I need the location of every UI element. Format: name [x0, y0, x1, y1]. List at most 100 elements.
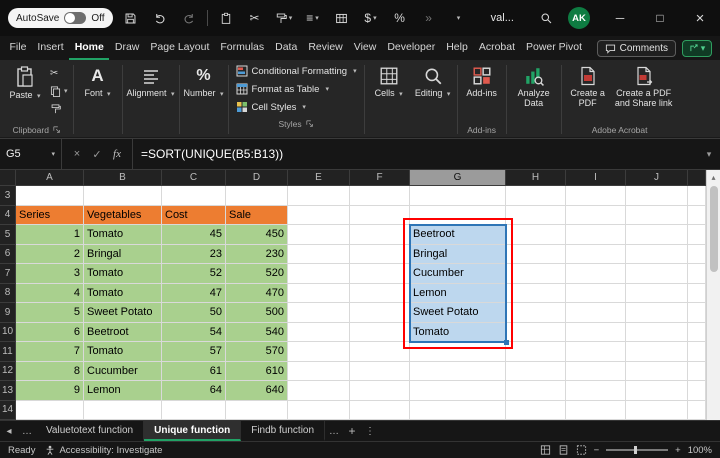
menu-item-help[interactable]: Help: [441, 36, 474, 60]
cell-F5[interactable]: [350, 225, 410, 245]
cell-E8[interactable]: [288, 284, 350, 304]
cell-J9[interactable]: [626, 303, 688, 323]
row-header-12[interactable]: 12: [0, 362, 16, 382]
close-button[interactable]: ×: [680, 0, 720, 36]
cell-H9[interactable]: [506, 303, 566, 323]
menu-button-qat[interactable]: ≡▾: [302, 6, 324, 30]
cell-A6[interactable]: 2: [16, 245, 84, 265]
cell-E4[interactable]: [288, 206, 350, 226]
zoom-in-button[interactable]: +: [675, 445, 681, 456]
row-header-4[interactable]: 4: [0, 206, 16, 226]
cell-B13[interactable]: Lemon: [84, 381, 162, 401]
column-header-J[interactable]: J: [626, 170, 688, 186]
cell-D11[interactable]: 570: [226, 342, 288, 362]
cell-F4[interactable]: [350, 206, 410, 226]
cell-B9[interactable]: Sweet Potato: [84, 303, 162, 323]
cell-B12[interactable]: Cucumber: [84, 362, 162, 382]
cell-A13[interactable]: 9: [16, 381, 84, 401]
sheet-tab-unique-function[interactable]: Unique function: [144, 421, 241, 441]
cell-C6[interactable]: 23: [162, 245, 226, 265]
cell-F9[interactable]: [350, 303, 410, 323]
more-commands-button[interactable]: »: [418, 6, 440, 30]
cell-E9[interactable]: [288, 303, 350, 323]
cell-D14[interactable]: [226, 401, 288, 421]
cell-styles-button[interactable]: Cell Styles ▾: [232, 98, 361, 116]
cell-C8[interactable]: 47: [162, 284, 226, 304]
cell-C14[interactable]: [162, 401, 226, 421]
avatar[interactable]: AK: [568, 7, 590, 29]
column-header-D[interactable]: D: [226, 170, 288, 186]
copy-button[interactable]: ▾: [48, 83, 70, 99]
cell-I13[interactable]: [566, 381, 626, 401]
paste-button[interactable]: Paste ▾: [4, 64, 46, 101]
cell-F12[interactable]: [350, 362, 410, 382]
column-header-A[interactable]: A: [16, 170, 84, 186]
number-button[interactable]: % Number ▾: [183, 64, 225, 99]
zoom-slider-thumb[interactable]: [634, 446, 637, 454]
undo-button[interactable]: [149, 6, 171, 30]
dialog-launcher-icon[interactable]: [306, 120, 314, 128]
column-header-C[interactable]: C: [162, 170, 226, 186]
cell-C10[interactable]: 54: [162, 323, 226, 343]
cells-button[interactable]: Cells ▾: [368, 64, 410, 99]
cell-E10[interactable]: [288, 323, 350, 343]
cell-G5[interactable]: Beetroot: [410, 225, 506, 245]
cell-G8[interactable]: Lemon: [410, 284, 506, 304]
analyze-data-button[interactable]: Analyze Data: [510, 64, 558, 109]
cell-G9[interactable]: Sweet Potato: [410, 303, 506, 323]
redo-button[interactable]: [178, 6, 200, 30]
cell-H5[interactable]: [506, 225, 566, 245]
save-button[interactable]: [120, 6, 142, 30]
cell-A4[interactable]: Series: [16, 206, 84, 226]
cell-J12[interactable]: [626, 362, 688, 382]
cell-J3[interactable]: [626, 186, 688, 206]
currency-button-qat[interactable]: $▾: [360, 6, 382, 30]
column-header-B[interactable]: B: [84, 170, 162, 186]
cell-F14[interactable]: [350, 401, 410, 421]
cell-F13[interactable]: [350, 381, 410, 401]
autosave-switch[interactable]: [64, 12, 86, 24]
cell-E11[interactable]: [288, 342, 350, 362]
cell-I3[interactable]: [566, 186, 626, 206]
percent-button-qat[interactable]: %: [389, 6, 411, 30]
cell-A10[interactable]: 6: [16, 323, 84, 343]
cell-H12[interactable]: [506, 362, 566, 382]
cell-A9[interactable]: 5: [16, 303, 84, 323]
cell-G12[interactable]: [410, 362, 506, 382]
new-sheet-button[interactable]: +: [343, 421, 361, 441]
font-button[interactable]: A Font ▾: [77, 64, 119, 99]
cell-D8[interactable]: 470: [226, 284, 288, 304]
page-layout-view-button[interactable]: [558, 445, 569, 455]
cell-G14[interactable]: [410, 401, 506, 421]
cell-C13[interactable]: 64: [162, 381, 226, 401]
cell-I4[interactable]: [566, 206, 626, 226]
addins-button[interactable]: Add-ins: [461, 64, 503, 98]
cell-F11[interactable]: [350, 342, 410, 362]
cell-H4[interactable]: [506, 206, 566, 226]
cell-I9[interactable]: [566, 303, 626, 323]
cell-E14[interactable]: [288, 401, 350, 421]
share-button[interactable]: ▾: [682, 40, 712, 57]
cell-F6[interactable]: [350, 245, 410, 265]
row-header-7[interactable]: 7: [0, 264, 16, 284]
cell-C12[interactable]: 61: [162, 362, 226, 382]
menu-item-home[interactable]: Home: [69, 36, 109, 60]
autosave-toggle[interactable]: AutoSave Off: [8, 8, 113, 28]
row-header-9[interactable]: 9: [0, 303, 16, 323]
comments-button[interactable]: Comments: [597, 40, 676, 57]
name-box[interactable]: G5 ▾: [0, 139, 62, 169]
cell-C7[interactable]: 52: [162, 264, 226, 284]
sheet-tab-findb-function[interactable]: Findb function: [241, 421, 325, 441]
cell-H3[interactable]: [506, 186, 566, 206]
editing-button[interactable]: Editing ▾: [412, 64, 454, 99]
format-as-table-button[interactable]: Format as Table ▾: [232, 80, 361, 98]
menu-item-view[interactable]: View: [348, 36, 382, 60]
clipboard-button[interactable]: [215, 6, 237, 30]
cell-E6[interactable]: [288, 245, 350, 265]
cell-B3[interactable]: [84, 186, 162, 206]
menu-item-insert[interactable]: Insert: [32, 36, 69, 60]
cut-button-qat[interactable]: ✂: [244, 6, 266, 30]
cell-E5[interactable]: [288, 225, 350, 245]
conditional-formatting-button[interactable]: Conditional Formatting ▾: [232, 62, 361, 80]
formula-bar-expand-button[interactable]: ▾: [698, 139, 720, 169]
